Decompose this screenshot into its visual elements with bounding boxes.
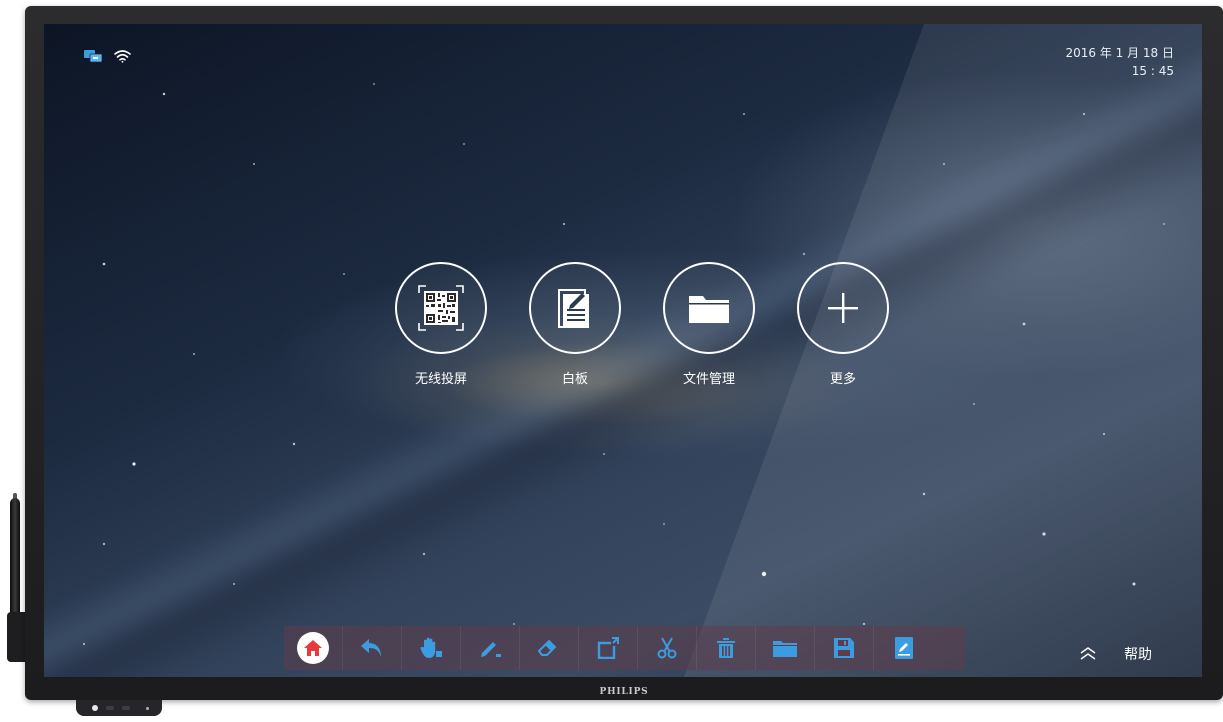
save-button[interactable] (815, 626, 874, 670)
brand-logo: PHILIPS (599, 687, 649, 697)
date-label: 2016 年 1 月 18 日 (1065, 46, 1174, 60)
double-chevron-up-icon[interactable] (1080, 647, 1096, 661)
eraser-icon[interactable] (538, 639, 560, 657)
help-area[interactable]: 帮助 (1080, 644, 1152, 664)
front-control-panel (76, 700, 162, 716)
trash-icon[interactable] (717, 638, 735, 658)
wifi-icon[interactable] (114, 48, 131, 67)
folder-icon[interactable] (663, 262, 755, 354)
folder-icon[interactable] (773, 639, 797, 657)
app-more[interactable]: 更多 (776, 262, 910, 387)
app-launcher: 无线投屏 白板 文件管理 更多 (374, 262, 910, 387)
app-whiteboard[interactable]: 白板 (508, 262, 642, 387)
screen-share-icon[interactable] (84, 48, 103, 67)
home-icon[interactable] (297, 632, 329, 664)
pen-tray (7, 612, 27, 662)
undo-button[interactable] (343, 626, 402, 670)
crop-icon[interactable] (597, 637, 619, 659)
help-label[interactable]: 帮助 (1124, 644, 1152, 664)
home-screen: 2016 年 1 月 18 日 15 : 45 无线投屏 白板 文件管理 更多 … (44, 24, 1202, 677)
undo-icon[interactable] (361, 638, 383, 658)
panel-button (106, 706, 114, 710)
cut-button[interactable] (638, 626, 697, 670)
pan-button[interactable] (402, 626, 461, 670)
delete-button[interactable] (697, 626, 756, 670)
sensor-dot (146, 707, 149, 710)
whiteboard-icon[interactable] (529, 262, 621, 354)
app-label: 更多 (829, 372, 856, 387)
note-icon[interactable] (894, 637, 913, 659)
qr-code-icon[interactable] (395, 262, 487, 354)
app-label: 无线投屏 (414, 372, 467, 387)
eraser-button[interactable] (520, 626, 579, 670)
panel-button (122, 706, 130, 710)
note-button[interactable] (874, 626, 933, 670)
annotation-toolbar (284, 626, 965, 670)
stylus-pen (10, 498, 20, 620)
app-file-manager[interactable]: 文件管理 (642, 262, 776, 387)
save-icon[interactable] (834, 638, 854, 658)
pen-button[interactable] (461, 626, 520, 670)
status-icons (84, 48, 131, 67)
plus-icon[interactable] (797, 262, 889, 354)
app-label: 白板 (561, 372, 588, 387)
crop-button[interactable] (579, 626, 638, 670)
app-wireless-projection[interactable]: 无线投屏 (374, 262, 508, 387)
time-label: 15 : 45 (1131, 64, 1174, 78)
app-label: 文件管理 (682, 372, 735, 387)
hand-icon[interactable] (420, 637, 442, 659)
date-time: 2016 年 1 月 18 日 15 : 45 (1065, 44, 1174, 80)
pen-icon[interactable] (479, 638, 501, 658)
power-led (92, 705, 98, 711)
scissors-icon[interactable] (657, 637, 677, 659)
home-button[interactable] (284, 626, 343, 670)
open-button[interactable] (756, 626, 815, 670)
